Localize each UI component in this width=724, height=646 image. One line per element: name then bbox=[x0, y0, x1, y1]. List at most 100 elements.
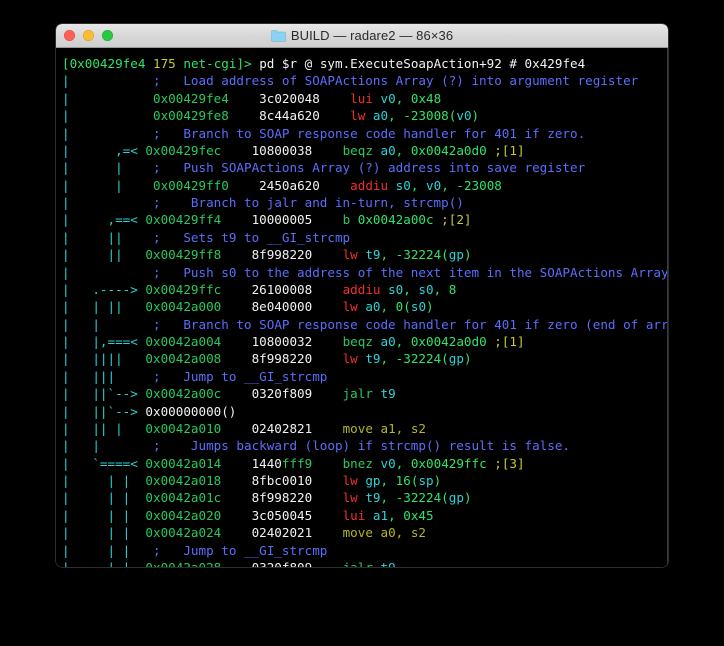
disasm-operand-0: t9 bbox=[381, 560, 396, 567]
disasm-operand-1: , bbox=[380, 473, 396, 488]
disasm-operand-1: , bbox=[395, 142, 411, 158]
disasm-address: 0x0042a018 bbox=[145, 473, 252, 488]
disasm-mnemonic: beqz bbox=[342, 142, 381, 158]
disasm-operand-4: gp bbox=[448, 247, 464, 263]
disasm-operand-0: a0 bbox=[380, 525, 396, 541]
disasm-bytes: 8fbc0010 bbox=[251, 473, 313, 488]
disasm-bytes: 8f998220 bbox=[251, 351, 313, 367]
disasm-bytes: 0320f809 bbox=[251, 386, 313, 402]
branch-gutter: | bbox=[62, 264, 153, 280]
disasm-operand-3: ;[1] bbox=[486, 142, 525, 158]
disasm-bytes: 2450a620 bbox=[259, 177, 320, 193]
window-titlebar[interactable]: BUILD — radare2 — 86×36 bbox=[56, 24, 668, 48]
disasm-instruction-line: | | | 0x0042a018 8fbc0010 lw gp, 16(sp) bbox=[62, 472, 668, 489]
disasm-instruction-line: | | 0x00429ff0 2450a620 addiu s0, v0, -2… bbox=[62, 177, 668, 194]
disasm-operand-1: , bbox=[388, 507, 404, 523]
minimize-window-button[interactable] bbox=[83, 30, 94, 41]
branch-gutter: | bbox=[62, 73, 153, 89]
disasm-operand-0: gp bbox=[365, 473, 381, 488]
disasm-operand-5: ) bbox=[463, 351, 472, 367]
disasm-operand-2: s2 bbox=[410, 525, 427, 541]
branch-gutter: | |||| bbox=[62, 351, 146, 367]
terminal-screen: [0x00429fe4 175 net-cgi]> pd $r @ sym.Ex… bbox=[62, 55, 668, 567]
disasm-operand-1: , bbox=[380, 351, 396, 367]
disasm-bytes-reloc: fff9 bbox=[281, 455, 313, 471]
disasm-operand-2: 0x00429ffc bbox=[410, 455, 487, 471]
disasm-comment: ; Sets t9 to __GI_strcmp bbox=[153, 229, 351, 245]
disasm-operand-1: , bbox=[395, 90, 411, 106]
disasm-bytes: 8c44a620 bbox=[259, 108, 320, 124]
disasm-comment: ; Jumps backward (loop) if strcmp() resu… bbox=[153, 438, 571, 454]
disasm-operand-3: ( bbox=[441, 351, 449, 367]
disasm-comment-line: | | | ; Jump to __GI_strcmp bbox=[62, 542, 668, 559]
window-title: BUILD — radare2 — 86×36 bbox=[271, 28, 453, 43]
disasm-instruction-line: | | | 0x0042a020 3c050045 lui a1, 0x45 bbox=[62, 507, 668, 524]
branch-gutter: | | bbox=[62, 438, 153, 454]
disasm-operand-4: s0 bbox=[410, 299, 427, 315]
branch-gutter: | | | bbox=[62, 560, 145, 567]
prompt-bracket-open: [ bbox=[62, 56, 70, 71]
disasm-operand-1: , bbox=[395, 334, 411, 349]
disasm-bytes: 0320f809 bbox=[252, 560, 313, 567]
branch-gutter: | bbox=[62, 90, 153, 106]
disasm-operand-5: ) bbox=[471, 108, 480, 124]
terminal-prompt-line: [0x00429fe4 175 net-cgi]> pd $r @ sym.Ex… bbox=[62, 55, 668, 72]
close-window-button[interactable] bbox=[64, 30, 75, 41]
disasm-bytes: 3c020048 bbox=[259, 90, 320, 106]
terminal-body[interactable]: [0x00429fe4 175 net-cgi]> pd $r @ sym.Ex… bbox=[56, 48, 668, 567]
disasm-instruction-line: | |,===< 0x0042a004 10800032 beqz a0, 0x… bbox=[62, 333, 668, 350]
disasm-address: 0x00429fe4 bbox=[153, 90, 260, 106]
disasm-comment-line: | | ; Push SOAPActions Array (?) address… bbox=[62, 159, 668, 176]
branch-gutter: | || | bbox=[62, 420, 146, 436]
disasm-mnemonic: lui bbox=[342, 507, 373, 523]
disasm-operand-3: ( bbox=[441, 490, 449, 506]
disasm-instruction-line: | |||| 0x0042a008 8f998220 lw t9, -32224… bbox=[62, 350, 668, 367]
disasm-mnemonic: b bbox=[342, 212, 358, 228]
disasm-operand-0: a1 bbox=[380, 420, 396, 436]
disasm-bytes: 10800038 bbox=[251, 142, 313, 158]
prompt-filename: net-cgi bbox=[183, 56, 237, 71]
disasm-instruction-line: | | | 0x0042a028 0320f809 jalr t9 bbox=[62, 559, 668, 567]
disasm-address: 0x0042a00c bbox=[145, 386, 252, 402]
maximize-window-button[interactable] bbox=[102, 30, 113, 41]
disasm-operand-2: 0x0042a0d0 bbox=[410, 334, 487, 349]
disasm-operand-3: ;[3] bbox=[486, 455, 525, 471]
disasm-operand-5: ) bbox=[426, 299, 434, 315]
branch-gutter: | || bbox=[62, 229, 153, 245]
disasm-operand-3: , bbox=[433, 281, 449, 297]
disasm-address: 0x00429ff0 bbox=[153, 177, 260, 193]
disasm-instruction-line: | `====< 0x0042a014 1440fff9 bnez v0, 0x… bbox=[62, 455, 668, 472]
disasm-mnemonic: bnez bbox=[342, 455, 381, 471]
disasm-mnemonic: addiu bbox=[342, 281, 389, 297]
disasm-comment-line: | ; Branch to jalr and in-turn, strcmp() bbox=[62, 194, 668, 211]
branch-gutter: | | | bbox=[62, 490, 146, 506]
disasm-mnemonic: lw bbox=[342, 473, 366, 488]
disasm-call-target: 0x00000000() bbox=[145, 403, 237, 419]
disasm-address: 0x00429fec bbox=[145, 142, 252, 158]
disasm-comment: ; Jump to __GI_strcmp bbox=[153, 368, 328, 384]
disasm-operand-4: gp bbox=[448, 351, 464, 367]
disasm-address: 0x0042a028 bbox=[145, 560, 251, 567]
disasm-mnemonic: lw bbox=[342, 351, 366, 367]
disasm-operand-1: , bbox=[388, 108, 404, 124]
disasm-operand-0: a0 bbox=[380, 334, 396, 349]
branch-gutter: | | || bbox=[62, 299, 146, 315]
branch-gutter: | .----> bbox=[62, 281, 146, 297]
disasm-operand-2: -23008 bbox=[403, 108, 449, 124]
disasm-mnemonic: lw bbox=[342, 247, 366, 263]
disasm-operand-1: , bbox=[395, 420, 411, 436]
disasm-address: 0x00429ff4 bbox=[145, 212, 252, 228]
prompt-bracket-close: ]> bbox=[236, 56, 260, 71]
disasm-operand-1: , bbox=[395, 525, 411, 541]
window-controls bbox=[64, 24, 113, 47]
branch-gutter: | ||`--> bbox=[62, 386, 146, 402]
disasm-operand-1: , bbox=[380, 247, 396, 263]
branch-gutter: | | | bbox=[62, 525, 146, 541]
disasm-operand-2: -32224 bbox=[395, 351, 442, 367]
disasm-comment-line: | | ; Branch to SOAP response code handl… bbox=[62, 316, 668, 333]
disasm-operand-1: ;[2] bbox=[433, 212, 472, 228]
disasm-operand-1: , bbox=[410, 177, 427, 193]
branch-gutter: | || bbox=[62, 247, 146, 263]
disasm-mnemonic: move bbox=[342, 525, 381, 541]
disasm-operand-1: , bbox=[395, 455, 411, 471]
